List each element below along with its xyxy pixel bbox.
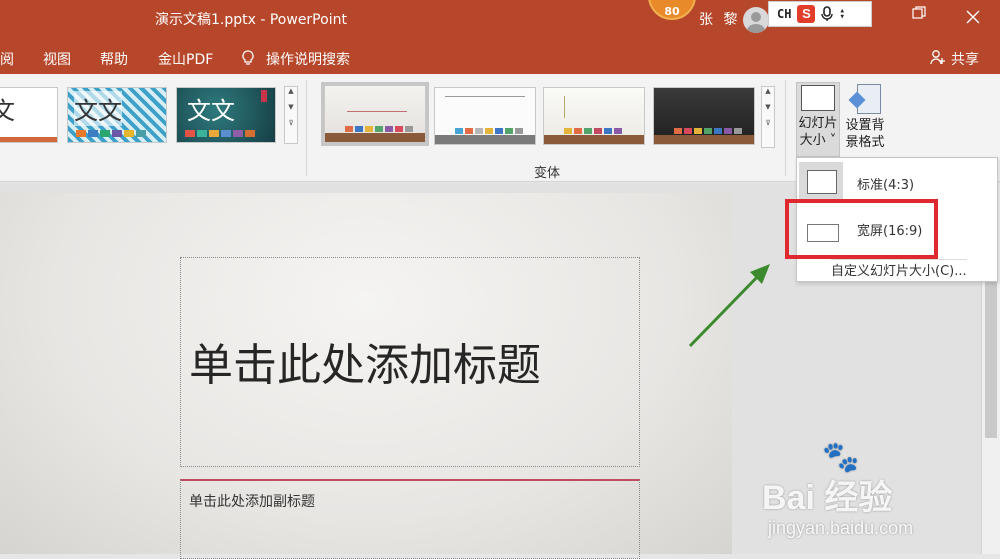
- close-icon[interactable]: [966, 10, 980, 24]
- ime-language[interactable]: CH: [777, 7, 791, 21]
- tell-me-search[interactable]: 操作说明搜索: [266, 49, 350, 69]
- variant-thumb-3[interactable]: [543, 87, 645, 145]
- title-placeholder[interactable]: 单击此处添加标题: [180, 257, 640, 467]
- slide-size-label-1: 幻灯片: [798, 116, 838, 131]
- tab-review[interactable]: 阅: [0, 49, 14, 69]
- standard-ratio-icon: [799, 162, 843, 202]
- theme-sample-text: 文: [0, 97, 15, 125]
- format-background-button[interactable]: 设置背 景格式: [842, 82, 888, 151]
- title-placeholder-text: 单击此处添加标题: [189, 340, 541, 391]
- option-standard-label: 标准(4:3): [857, 178, 915, 193]
- menu-bar: 阅 视图 帮助 金山PDF 操作说明搜索 共享: [0, 40, 1000, 74]
- tab-view[interactable]: 视图: [43, 49, 71, 69]
- theme-thumb-office[interactable]: 文: [0, 87, 58, 143]
- format-background-label-2: 景格式: [845, 135, 885, 150]
- theme-thumb-pattern[interactable]: 文文: [67, 87, 167, 143]
- watermark-brand: Bai 经验: [762, 479, 893, 517]
- tab-kingsoft-pdf[interactable]: 金山PDF: [158, 49, 213, 69]
- slide-size-icon: [801, 85, 835, 111]
- sogou-logo-icon[interactable]: S: [797, 5, 816, 23]
- watermark-url: jingyan.baidu.com: [768, 518, 914, 538]
- theme-sample-text: 文文: [187, 97, 235, 125]
- avatar[interactable]: [743, 7, 769, 33]
- variant-thumb-2[interactable]: [434, 87, 536, 145]
- share-button[interactable]: 共享: [951, 49, 979, 69]
- tab-help[interactable]: 帮助: [100, 49, 128, 69]
- restore-icon[interactable]: [912, 6, 926, 20]
- share-person-icon[interactable]: [930, 49, 946, 65]
- option-custom-size[interactable]: 自定义幻灯片大小(C)...: [831, 259, 967, 279]
- theme-sample-text: 文文: [74, 91, 122, 126]
- variant-thumb-4[interactable]: [653, 87, 755, 145]
- format-background-label-1: 设置背: [845, 118, 885, 133]
- ime-toolbar[interactable]: CH S ▴ ▾: [768, 1, 872, 27]
- theme-thumb-teal[interactable]: 文文: [176, 87, 276, 143]
- microphone-icon[interactable]: [821, 6, 834, 22]
- themes-scroll[interactable]: ▲ ▼ ⊽: [284, 86, 298, 144]
- slide-canvas[interactable]: 单击此处添加标题 单击此处添加副标题: [0, 193, 732, 559]
- slide-size-button[interactable]: 幻灯片 大小 ˅: [796, 82, 840, 157]
- subtitle-placeholder[interactable]: 单击此处添加副标题: [180, 479, 640, 559]
- subtitle-placeholder-text: 单击此处添加副标题: [189, 494, 315, 510]
- slide-size-label-2: 大小 ˅: [799, 133, 837, 148]
- format-background-icon: [851, 84, 881, 114]
- level-badge[interactable]: 80: [648, 0, 696, 20]
- user-name[interactable]: 张 黎: [699, 9, 740, 29]
- variants-scroll[interactable]: ▲ ▼ ⊽: [761, 86, 775, 148]
- lightbulb-icon: [242, 50, 254, 65]
- variant-thumb-1[interactable]: [321, 82, 429, 146]
- window-title: 演示文稿1.pptx - PowerPoint: [155, 12, 347, 28]
- option-standard[interactable]: 标准(4:3): [797, 160, 997, 204]
- highlight-box: [785, 199, 938, 259]
- baidu-watermark: 🐾 Bai 经验 jingyan.baidu.com: [762, 440, 992, 550]
- more-icon[interactable]: ▴ ▾: [839, 7, 844, 22]
- annotation-arrow-icon: [688, 264, 770, 348]
- variants-group-label: 变体: [534, 166, 561, 181]
- title-bar: 演示文稿1.pptx - PowerPoint 80 张 黎 CH S ▴ ▾: [0, 0, 1000, 40]
